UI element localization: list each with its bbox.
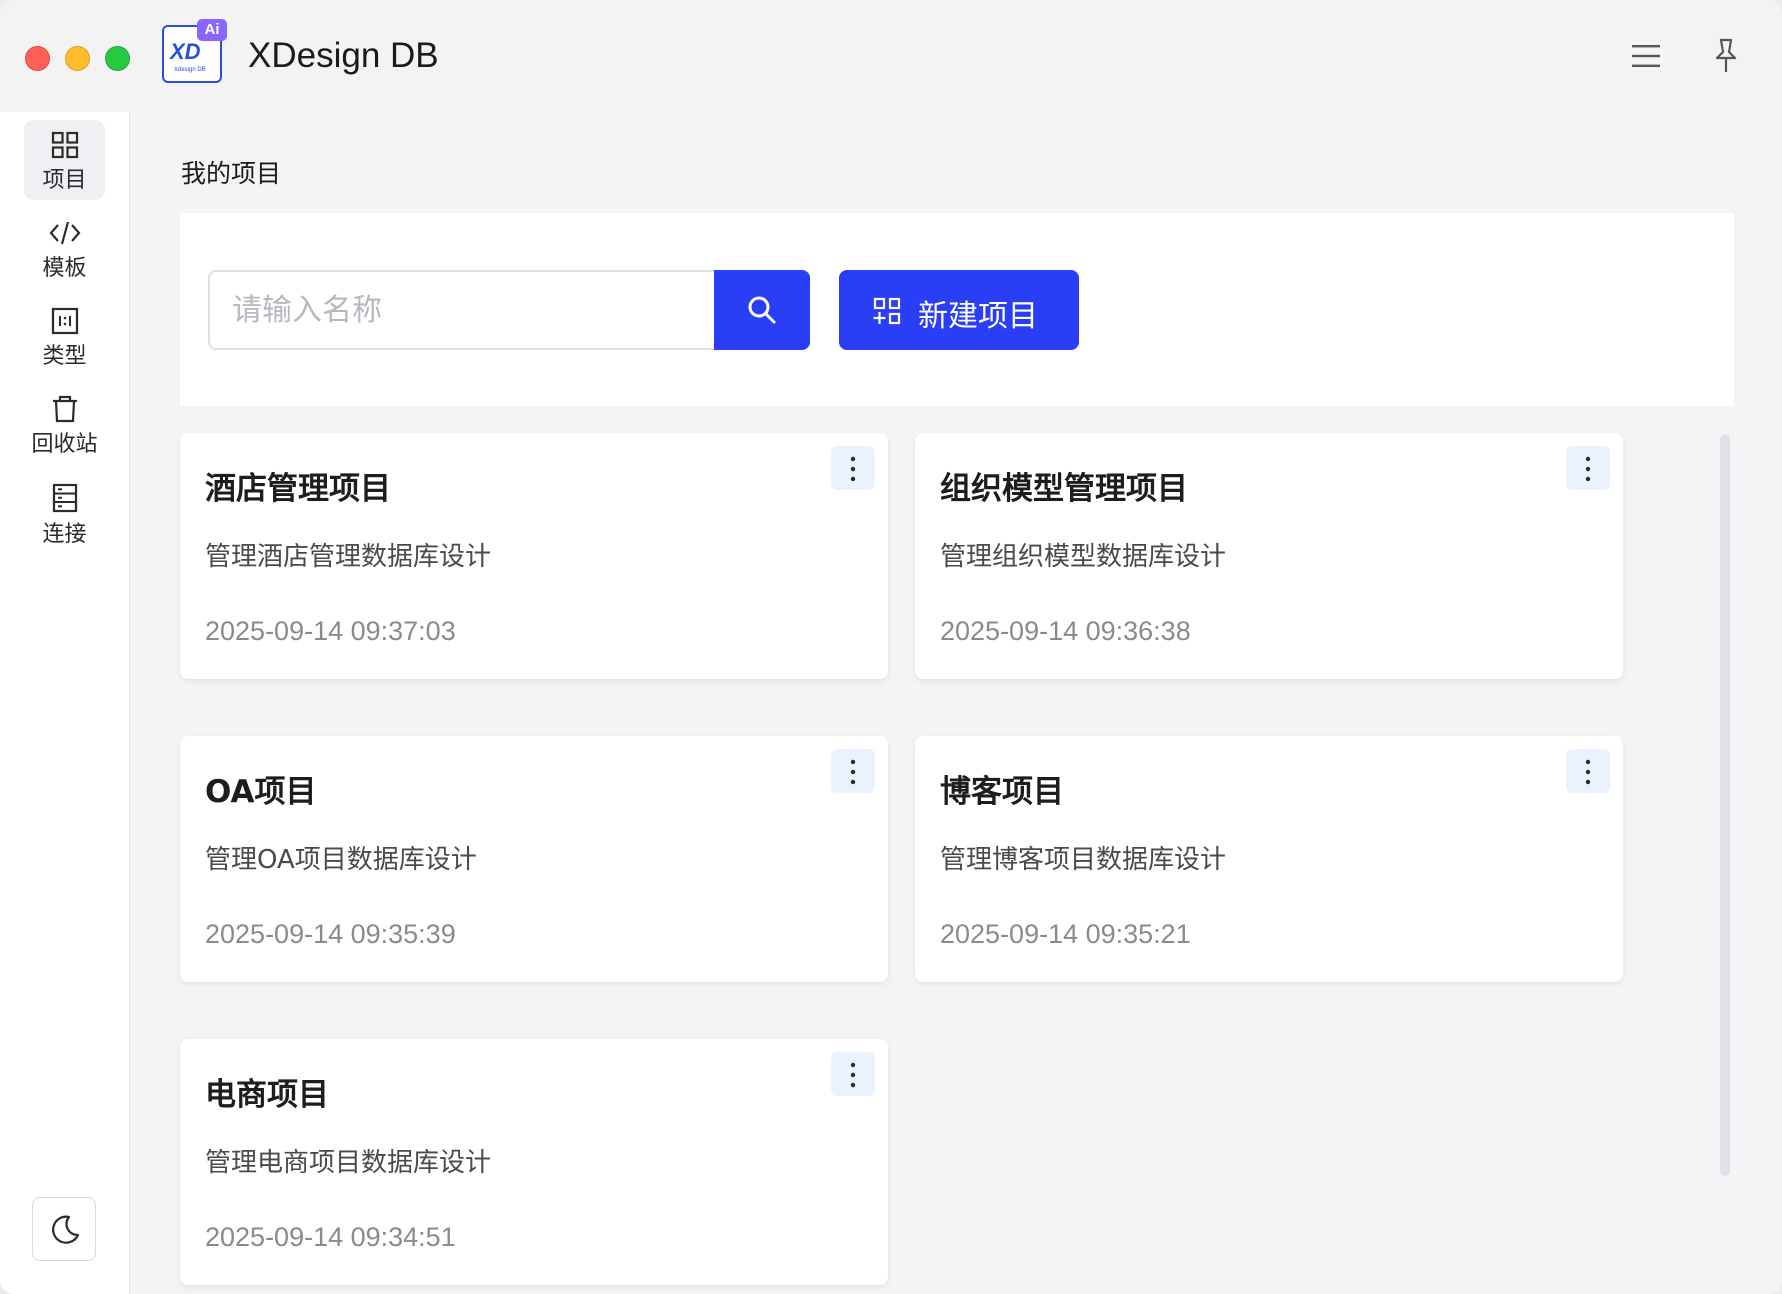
- sidebar-item-templates[interactable]: 模板: [24, 208, 105, 288]
- sidebar-item-label: 回收站: [31, 432, 98, 457]
- trash-icon: [52, 395, 77, 423]
- project-description: 管理电商项目数据库设计: [205, 1148, 492, 1178]
- sidebar-item-label: 类型: [42, 344, 87, 369]
- project-title: OA项目: [205, 774, 317, 810]
- code-icon: [49, 221, 80, 245]
- more-options-button[interactable]: [1566, 446, 1610, 490]
- new-project-button[interactable]: 新建项目: [839, 270, 1079, 350]
- more-options-button[interactable]: [831, 1052, 875, 1096]
- more-options-button[interactable]: [831, 446, 875, 490]
- more-vertical-icon: [850, 759, 856, 785]
- search-icon: [748, 296, 776, 324]
- project-description: 管理博客项目数据库设计: [940, 845, 1227, 875]
- more-vertical-icon: [850, 1062, 856, 1088]
- sidebar-item-projects[interactable]: 项目: [24, 120, 105, 200]
- moon-icon: [52, 1215, 80, 1244]
- project-title: 电商项目: [205, 1077, 329, 1113]
- project-timestamp: 2025-09-14 09:35:21: [940, 919, 1191, 949]
- project-card[interactable]: 电商项目 管理电商项目数据库设计 2025-09-14 09:34:51: [180, 1039, 888, 1285]
- theme-toggle-button[interactable]: [32, 1197, 96, 1261]
- more-vertical-icon: [1585, 456, 1591, 482]
- project-title: 酒店管理项目: [205, 471, 391, 507]
- hamburger-menu-icon[interactable]: [1630, 42, 1662, 70]
- sidebar-item-label: 项目: [42, 168, 87, 193]
- close-window-button[interactable]: [25, 46, 50, 71]
- logo-subtext: Xdesign DB: [174, 67, 206, 73]
- project-title: 博客项目: [940, 774, 1064, 810]
- minimize-window-button[interactable]: [65, 46, 90, 71]
- sidebar: 项目 模板 类型 回收站 连接: [0, 112, 130, 1294]
- maximize-window-button[interactable]: [105, 46, 130, 71]
- ratio-icon: [51, 307, 78, 335]
- app-window: XD Xdesign DB Ai XDesign DB 项目 模板 类型 回收站…: [0, 0, 1782, 1294]
- project-timestamp: 2025-09-14 09:35:39: [205, 919, 456, 949]
- grid-icon: [51, 131, 78, 159]
- sidebar-item-label: 连接: [42, 522, 87, 547]
- pin-icon[interactable]: [1710, 36, 1742, 76]
- logo-ai-badge: Ai: [197, 19, 227, 41]
- toolbar-panel: 新建项目: [180, 213, 1734, 406]
- project-description: 管理组织模型数据库设计: [940, 542, 1227, 572]
- more-options-button[interactable]: [831, 749, 875, 793]
- search-button[interactable]: [714, 270, 810, 350]
- project-card[interactable]: 酒店管理项目 管理酒店管理数据库设计 2025-09-14 09:37:03: [180, 433, 888, 679]
- search-input[interactable]: [208, 270, 714, 350]
- more-vertical-icon: [850, 456, 856, 482]
- more-vertical-icon: [1585, 759, 1591, 785]
- sidebar-item-types[interactable]: 类型: [24, 296, 105, 376]
- app-title: XDesign DB: [248, 36, 439, 75]
- logo-text: XD: [170, 39, 201, 64]
- add-grid-icon: [873, 297, 901, 325]
- more-options-button[interactable]: [1566, 749, 1610, 793]
- main-content: 我的项目 新建项目 酒店管理项目: [131, 112, 1782, 1294]
- project-timestamp: 2025-09-14 09:36:38: [940, 616, 1191, 646]
- title-bar: XD Xdesign DB Ai XDesign DB: [0, 0, 1782, 112]
- project-timestamp: 2025-09-14 09:34:51: [205, 1222, 456, 1252]
- project-card[interactable]: 组织模型管理项目 管理组织模型数据库设计 2025-09-14 09:36:38: [915, 433, 1623, 679]
- project-title: 组织模型管理项目: [940, 471, 1188, 507]
- new-project-label: 新建项目: [918, 300, 1038, 333]
- server-icon: [52, 483, 77, 513]
- sidebar-item-recycle-bin[interactable]: 回收站: [24, 384, 105, 464]
- app-logo: XD Xdesign DB Ai: [162, 19, 227, 83]
- project-description: 管理酒店管理数据库设计: [205, 542, 492, 572]
- sidebar-item-connections[interactable]: 连接: [24, 472, 105, 552]
- project-timestamp: 2025-09-14 09:37:03: [205, 616, 456, 646]
- page-title: 我的项目: [181, 159, 282, 188]
- project-card[interactable]: OA项目 管理OA项目数据库设计 2025-09-14 09:35:39: [180, 736, 888, 982]
- sidebar-item-label: 模板: [42, 256, 87, 281]
- scrollbar[interactable]: [1720, 434, 1730, 1176]
- project-description: 管理OA项目数据库设计: [205, 845, 477, 875]
- project-card[interactable]: 博客项目 管理博客项目数据库设计 2025-09-14 09:35:21: [915, 736, 1623, 982]
